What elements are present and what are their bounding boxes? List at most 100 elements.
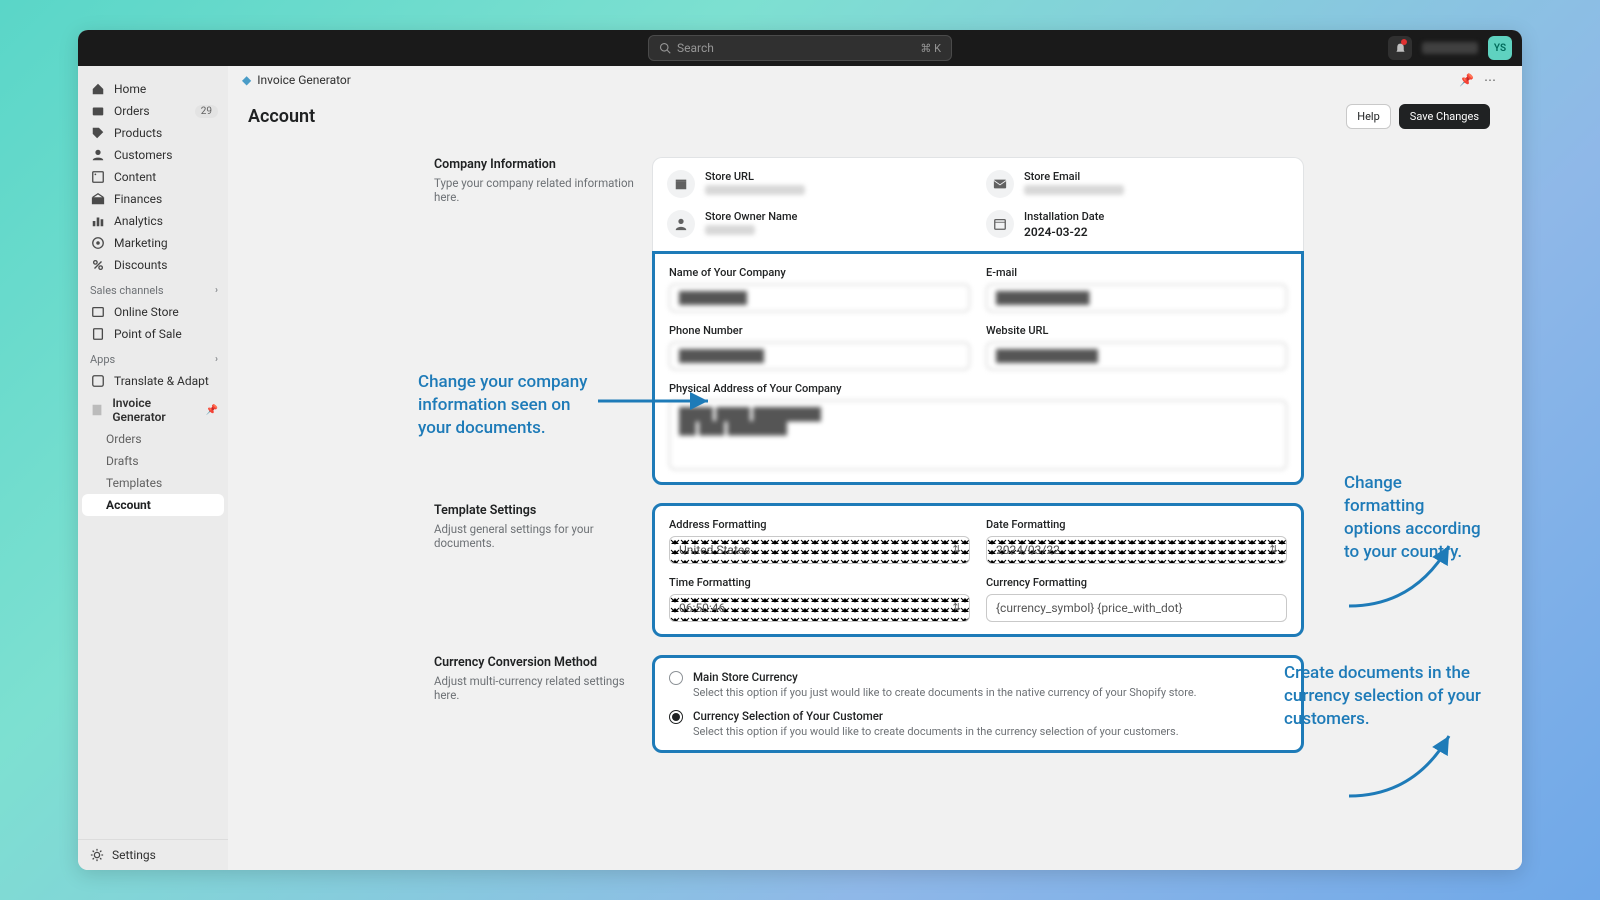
- orders-icon: [90, 104, 106, 118]
- section-sales-channels[interactable]: Sales channels ›: [78, 276, 228, 301]
- address-input[interactable]: ████ ████ ████████ ██ ███ ███████: [669, 400, 1287, 470]
- analytics-icon: [90, 214, 106, 228]
- store-email-info: Store Email: [986, 170, 1289, 198]
- subnav-orders[interactable]: Orders: [78, 428, 228, 450]
- chevron-right-icon: ›: [215, 354, 218, 365]
- company-subtext: Type your company related information he…: [434, 176, 634, 204]
- home-icon: [90, 82, 106, 96]
- address-select[interactable]: United States: [669, 536, 970, 564]
- breadcrumb-app[interactable]: Invoice Generator: [257, 73, 351, 87]
- breadcrumb: ◆ Invoice Generator 📌 ⋯: [228, 66, 1510, 94]
- translate-icon: [90, 374, 106, 388]
- app-window: Search ⌘ K YS Home Orders29 Products Cus…: [78, 30, 1522, 870]
- scrollbar[interactable]: [1510, 66, 1522, 870]
- nav-orders[interactable]: Orders29: [78, 100, 228, 122]
- channel-online-store[interactable]: Online Store: [78, 301, 228, 323]
- nav-label: Point of Sale: [114, 327, 182, 341]
- store-name-blurred: [1422, 42, 1478, 54]
- search-shortcut: ⌘ K: [920, 42, 941, 55]
- currency-subtext: Adjust multi-currency related settings h…: [434, 674, 634, 702]
- store-url-info: Store URL: [667, 170, 970, 198]
- template-heading: Template Settings: [434, 503, 634, 518]
- notification-badge: [1401, 39, 1407, 45]
- search-icon: [659, 42, 671, 54]
- channel-pos[interactable]: Point of Sale: [78, 323, 228, 345]
- radio-icon: [669, 710, 683, 724]
- nav-label: Marketing: [114, 236, 168, 250]
- nav-marketing[interactable]: Marketing: [78, 232, 228, 254]
- products-icon: [90, 126, 106, 140]
- subnav-drafts[interactable]: Drafts: [78, 450, 228, 472]
- nav-label: Content: [114, 170, 156, 184]
- nav-home[interactable]: Home: [78, 78, 228, 100]
- radio-customer-currency[interactable]: Currency Selection of Your CustomerSelec…: [669, 709, 1287, 738]
- page-title: Account: [248, 106, 315, 127]
- notifications-button[interactable]: [1388, 36, 1412, 60]
- store-icon: [90, 305, 106, 319]
- help-button[interactable]: Help: [1346, 104, 1391, 129]
- section-label: Sales channels: [90, 284, 164, 297]
- field-address: Physical Address of Your Company████ ███…: [669, 382, 1287, 470]
- content-icon: [90, 170, 106, 184]
- time-select[interactable]: 06:50:46: [669, 594, 970, 622]
- app-invoice-generator[interactable]: Invoice Generator 📌: [78, 392, 228, 428]
- nav-customers[interactable]: Customers: [78, 144, 228, 166]
- app-icon: ◆: [242, 73, 251, 87]
- currency-heading: Currency Conversion Method: [434, 655, 634, 670]
- avatar[interactable]: YS: [1488, 36, 1512, 60]
- radio-main-currency[interactable]: Main Store CurrencySelect this option if…: [669, 670, 1287, 699]
- nav-label: Translate & Adapt: [114, 374, 209, 388]
- nav-label: Home: [114, 82, 146, 96]
- nav-content[interactable]: Content: [78, 166, 228, 188]
- settings-label: Settings: [112, 848, 156, 862]
- pin-icon[interactable]: 📌: [1459, 73, 1474, 87]
- person-icon: [667, 210, 695, 238]
- nav-settings[interactable]: Settings: [78, 839, 228, 870]
- nav-label: Invoice Generator: [112, 396, 197, 424]
- nav-label: Discounts: [114, 258, 167, 272]
- email-input[interactable]: [986, 284, 1287, 312]
- owner-info: Store Owner Name: [667, 210, 970, 239]
- nav-label: Customers: [114, 148, 172, 162]
- main-content: ◆ Invoice Generator 📌 ⋯ Account Help Sav…: [228, 66, 1510, 870]
- search-input[interactable]: Search ⌘ K: [648, 35, 952, 61]
- company-name-input[interactable]: [669, 284, 970, 312]
- marketing-icon: [90, 236, 106, 250]
- pin-icon[interactable]: 📌: [206, 405, 218, 416]
- install-date-info: Installation Date2024-03-22: [986, 210, 1289, 239]
- subnav-templates[interactable]: Templates: [78, 472, 228, 494]
- section-apps[interactable]: Apps ›: [78, 345, 228, 370]
- currency-card: Main Store CurrencySelect this option if…: [652, 655, 1304, 753]
- more-icon[interactable]: ⋯: [1484, 73, 1496, 87]
- nav-label: Analytics: [114, 214, 163, 228]
- save-button[interactable]: Save Changes: [1399, 104, 1490, 129]
- calendar-icon: [986, 210, 1014, 238]
- currency-input[interactable]: [986, 594, 1287, 622]
- nav-label: Products: [114, 126, 162, 140]
- app-translate[interactable]: Translate & Adapt: [78, 370, 228, 392]
- radio-icon: [669, 671, 683, 685]
- finances-icon: [90, 192, 106, 206]
- company-heading: Company Information: [434, 157, 634, 172]
- sidebar: Home Orders29 Products Customers Content…: [78, 66, 228, 870]
- invoice-icon: [90, 403, 104, 417]
- chevron-right-icon: ›: [215, 285, 218, 296]
- nav-finances[interactable]: Finances: [78, 188, 228, 210]
- date-select[interactable]: 2024/03/22: [986, 536, 1287, 564]
- website-input[interactable]: [986, 342, 1287, 370]
- topbar: Search ⌘ K YS: [78, 30, 1522, 66]
- field-company-name: Name of Your Company: [669, 266, 970, 312]
- nav-analytics[interactable]: Analytics: [78, 210, 228, 232]
- page-header: Account Help Save Changes: [228, 94, 1510, 139]
- nav-label: Online Store: [114, 305, 179, 319]
- field-email: E-mail: [986, 266, 1287, 312]
- nav-discounts[interactable]: Discounts: [78, 254, 228, 276]
- nav-products[interactable]: Products: [78, 122, 228, 144]
- phone-input[interactable]: [669, 342, 970, 370]
- section-label: Apps: [90, 353, 115, 366]
- pos-icon: [90, 327, 106, 341]
- subnav-account[interactable]: Account: [82, 494, 224, 516]
- email-icon: [986, 170, 1014, 198]
- customers-icon: [90, 148, 106, 162]
- gear-icon: [90, 848, 104, 862]
